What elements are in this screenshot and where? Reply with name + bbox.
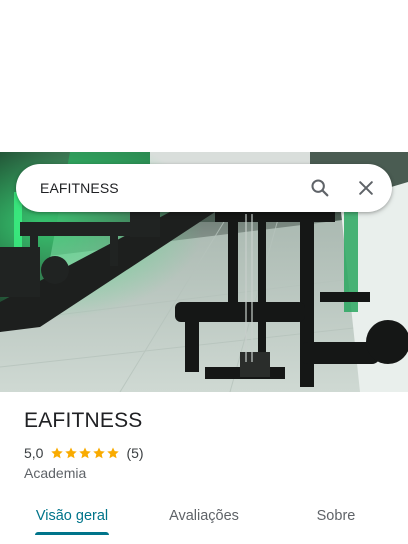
search-input[interactable] <box>40 180 300 196</box>
rating-row[interactable]: 5,0 (5) <box>24 444 144 462</box>
close-button[interactable] <box>346 168 386 208</box>
search-icon <box>311 179 329 197</box>
tab-label: Sobre <box>316 508 356 524</box>
star-icon <box>51 447 64 459</box>
star-icon <box>93 447 106 459</box>
star-rating <box>50 446 120 460</box>
review-count[interactable]: (5) <box>126 445 143 461</box>
active-tab-indicator <box>35 532 109 535</box>
tab-label: Avaliações <box>169 508 239 524</box>
search-button[interactable] <box>300 168 340 208</box>
tab-reviews[interactable]: Avaliações <box>162 496 246 536</box>
place-title: EAFITNESS <box>24 409 143 432</box>
star-icon <box>107 447 120 459</box>
place-category[interactable]: Academia <box>24 465 86 481</box>
place-tabs: Visão geral Avaliações Sobre <box>0 496 408 544</box>
tab-about[interactable]: Sobre <box>310 496 362 536</box>
tab-label: Visão geral <box>35 508 109 524</box>
rating-value: 5,0 <box>24 445 44 461</box>
close-icon <box>359 181 373 195</box>
search-bar <box>16 164 392 212</box>
tab-overview[interactable]: Visão geral <box>35 496 109 536</box>
star-icon <box>65 447 78 459</box>
star-icon <box>79 447 92 459</box>
